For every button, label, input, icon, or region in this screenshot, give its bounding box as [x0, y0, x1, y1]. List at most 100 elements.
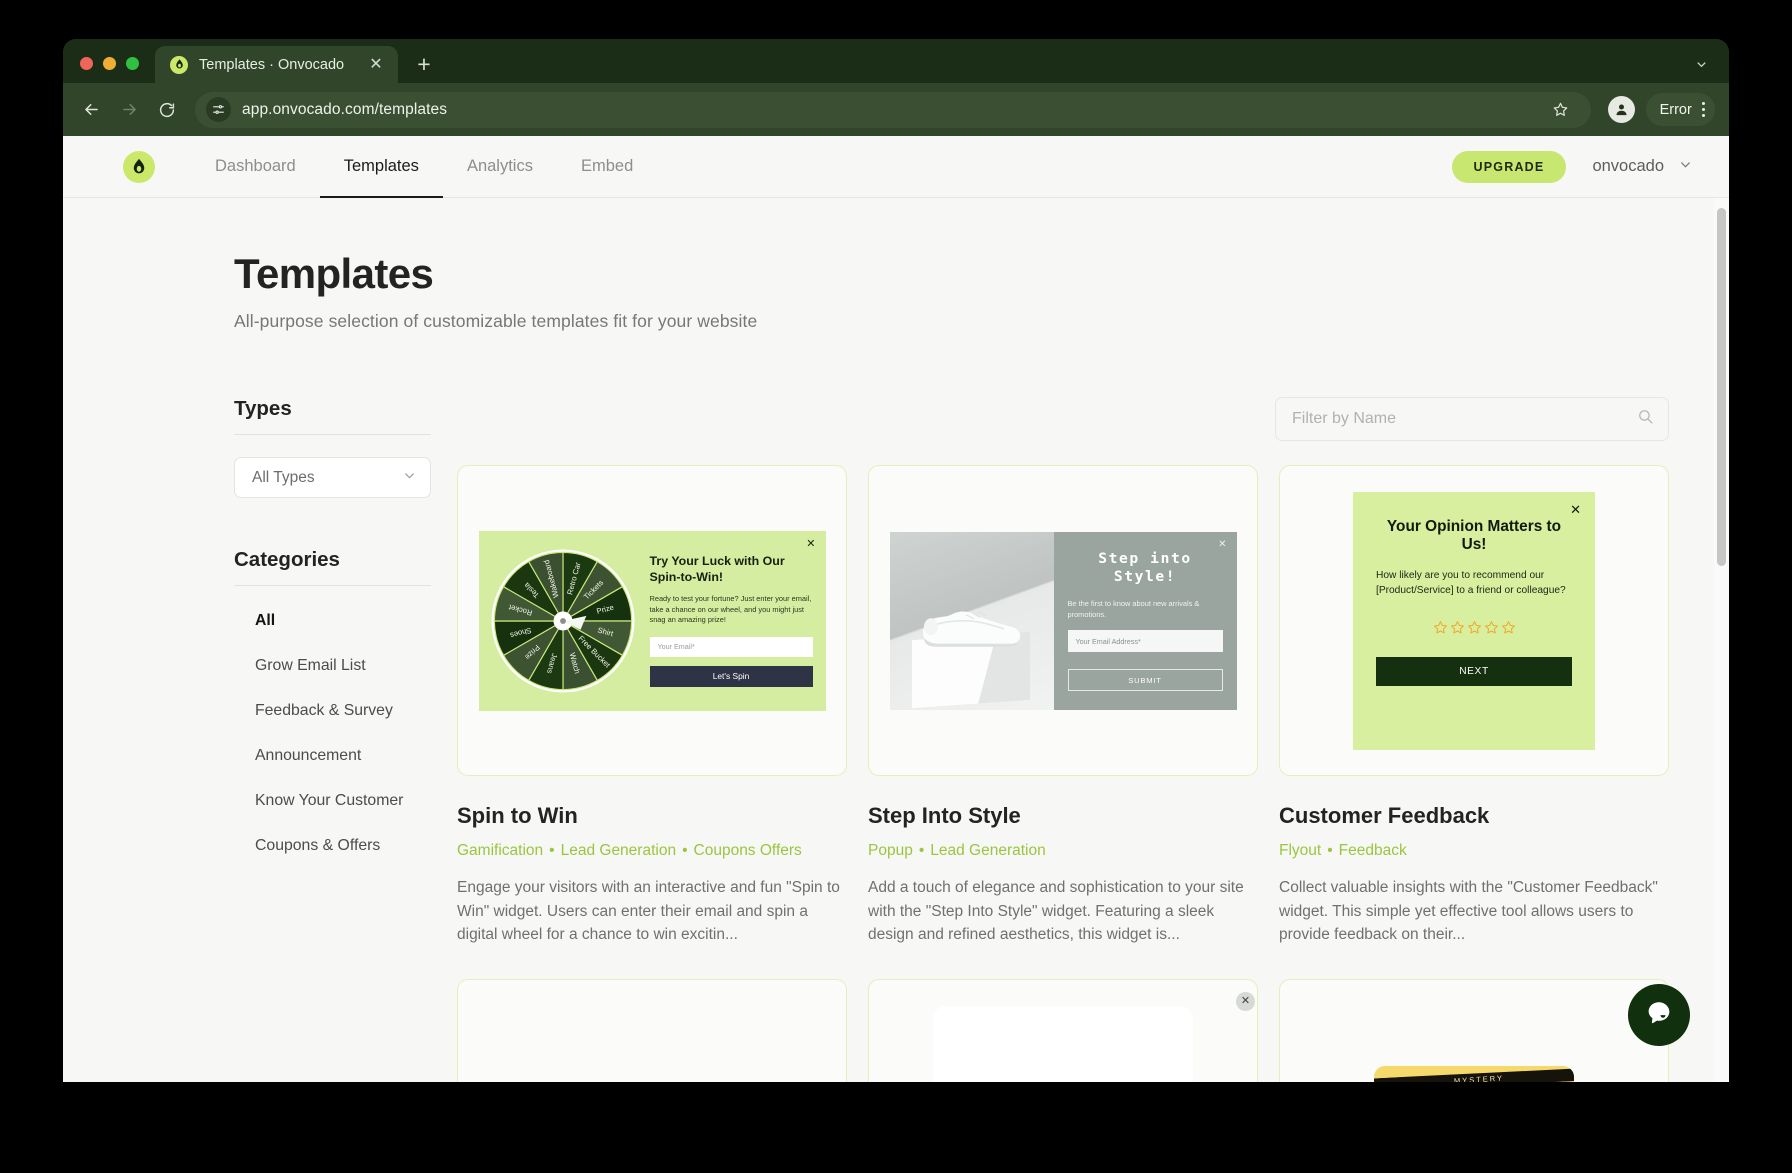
sneaker-photo — [889, 531, 1054, 710]
star-icon — [1484, 621, 1498, 634]
category-list: All Grow Email List Feedback & Survey An… — [234, 612, 431, 855]
person-icon[interactable] — [1607, 96, 1635, 123]
filters-sidebar: Types All Types Categories All Grow Emai… — [234, 397, 431, 1082]
white-modal-preview: ✕ — [933, 991, 1255, 1082]
template-title: Step Into Style — [868, 803, 1021, 828]
brand[interactable] — [123, 136, 155, 197]
category-item-feedback-survey[interactable]: Feedback & Survey — [234, 702, 431, 720]
app-header: Dashboard Templates Analytics Embed UPGR… — [63, 136, 1729, 198]
nav-tab-templates[interactable]: Templates — [319, 136, 444, 198]
template-tags: Flyout • Feedback — [1279, 842, 1407, 859]
upgrade-button[interactable]: UPGRADE — [1451, 150, 1567, 183]
tune-icon[interactable] — [206, 97, 231, 122]
browser-toolbar: app.onvocado.com/templates Error — [63, 83, 1729, 136]
primary-nav: Dashboard Templates Analytics Embed — [191, 136, 657, 198]
template-title: Customer Feedback — [1279, 803, 1490, 828]
chevron-down-icon[interactable] — [1687, 50, 1715, 78]
template-description: Add a touch of elegance and sophisticati… — [868, 879, 1244, 944]
template-preview: ✕ Retro Car Tickets Prize Shirt Free Bucket W… — [457, 465, 847, 776]
widget-submit-button: SUBMIT — [1067, 669, 1223, 692]
close-window-button[interactable] — [80, 57, 93, 70]
star-icon[interactable] — [1545, 94, 1577, 126]
template-card[interactable] — [457, 978, 847, 1082]
minimize-window-button[interactable] — [103, 57, 116, 70]
page-subtitle: All-purpose selection of customizable te… — [234, 311, 758, 331]
search-row: Filter by Name — [457, 397, 1669, 441]
browser-tab-strip: Templates · Onvocado ✕ + — [63, 39, 1729, 83]
browser-window: Templates · Onvocado ✕ + app.onvocado.co… — [63, 39, 1729, 1082]
spin-to-win-copy: Try Your Luck with Our Spin-to-Win! Read… — [636, 554, 813, 687]
templates-grid-area: Filter by Name ✕ Retro Car Tickets Prize… — [431, 397, 1669, 1082]
category-item-coupons-offers[interactable]: Coupons & Offers — [234, 837, 431, 855]
widget-body: Ready to test your fortune? Just enter y… — [649, 594, 812, 625]
widget-heading: Try Your Luck with Our Spin-to-Win! — [649, 554, 785, 585]
template-title: Spin to Win — [457, 803, 578, 828]
template-preview: ✕ — [868, 978, 1258, 1082]
spin-to-win-widget-preview: ✕ Retro Car Tickets Prize Shirt Free Bucket W… — [478, 530, 826, 711]
close-icon: ✕ — [1570, 501, 1581, 517]
vertical-scrollbar[interactable] — [1714, 198, 1729, 1082]
address-bar[interactable]: app.onvocado.com/templates — [195, 91, 1591, 128]
arrow-left-icon[interactable] — [73, 92, 109, 128]
widget-email-input: Your Email* — [649, 636, 813, 657]
nav-tab-embed[interactable]: Embed — [557, 136, 657, 197]
close-icon: ✕ — [1218, 538, 1227, 550]
template-tag[interactable]: Lead Generation — [930, 842, 1045, 859]
template-tag[interactable]: Gamification — [457, 842, 543, 859]
template-card[interactable]: ✕ Your Opinion Matters to Us! How likely… — [1279, 465, 1669, 947]
sneaker-shape — [922, 610, 1020, 647]
nav-tab-dashboard[interactable]: Dashboard — [191, 136, 320, 197]
template-tag[interactable]: Lead Generation — [561, 842, 676, 859]
browser-tab[interactable]: Templates · Onvocado ✕ — [155, 46, 398, 83]
star-rating — [1376, 620, 1572, 635]
scrollbar-thumb[interactable] — [1717, 208, 1726, 566]
template-tag[interactable]: Coupons Offers — [694, 842, 802, 859]
widget-heading: Your Opinion Matters to Us! — [1386, 517, 1562, 554]
page-content: Templates All-purpose selection of custo… — [63, 198, 1729, 1082]
reload-icon[interactable] — [149, 92, 185, 128]
page-title: Templates — [234, 250, 434, 297]
category-item-all[interactable]: All — [234, 612, 431, 630]
template-tags: Popup • Lead Generation — [868, 842, 1046, 859]
close-circle-icon: ✕ — [1236, 991, 1255, 1011]
widget-body: How likely are you to recommend our [Pro… — [1376, 570, 1566, 596]
template-tag[interactable]: Flyout — [1279, 842, 1321, 859]
account-menu[interactable]: onvocado — [1592, 157, 1693, 177]
category-item-grow-email-list[interactable]: Grow Email List — [234, 657, 431, 675]
search-icon — [1637, 408, 1654, 430]
customer-feedback-widget-preview: ✕ Your Opinion Matters to Us! How likely… — [1353, 491, 1595, 750]
category-item-know-your-customer[interactable]: Know Your Customer — [234, 792, 431, 810]
chat-launcher-button[interactable] — [1628, 984, 1690, 1046]
browser-tab-title: Templates · Onvocado — [199, 56, 345, 73]
template-card[interactable]: MYSTERY — [1279, 978, 1669, 1082]
template-card[interactable]: ✕ — [868, 978, 1258, 1082]
template-card[interactable]: ✕ Retro Car Tickets Prize Shirt Free Bucket W… — [457, 465, 847, 947]
filter-by-name-search[interactable]: Filter by Name — [1275, 397, 1669, 441]
templates-grid-row-2: ✕ MYSTERY — [457, 978, 1669, 1082]
type-select-value: All Types — [252, 468, 315, 486]
category-item-announcement[interactable]: Announcement — [234, 747, 431, 765]
kebab-menu-icon[interactable] — [1701, 101, 1705, 118]
star-icon — [1467, 621, 1481, 634]
yellow-ticket-preview: MYSTERY — [1374, 1065, 1574, 1082]
plus-icon[interactable]: + — [408, 48, 440, 80]
widget-next-button: NEXT — [1376, 657, 1572, 687]
account-name: onvocado — [1592, 157, 1664, 175]
template-description: Collect valuable insights with the "Cust… — [1279, 879, 1658, 944]
maximize-window-button[interactable] — [126, 57, 139, 70]
chevron-down-icon — [402, 468, 417, 488]
header-actions: UPGRADE onvocado — [1451, 136, 1693, 197]
avocado-droplet-icon — [170, 55, 188, 74]
template-description: Engage your visitors with an interactive… — [457, 879, 840, 944]
search-input-placeholder: Filter by Name — [1292, 410, 1397, 427]
chat-bubble-icon — [1644, 998, 1674, 1033]
close-icon[interactable]: ✕ — [365, 54, 387, 76]
template-tag[interactable]: Feedback — [1339, 842, 1407, 859]
template-card[interactable]: ✕ Step into Style! Be the first to know … — [868, 465, 1258, 947]
type-select[interactable]: All Types — [234, 457, 431, 498]
arrow-right-icon[interactable] — [111, 92, 147, 128]
error-status-chip[interactable]: Error — [1645, 93, 1715, 126]
star-icon — [1501, 621, 1515, 634]
nav-tab-analytics[interactable]: Analytics — [443, 136, 557, 197]
template-tag[interactable]: Popup — [868, 842, 913, 859]
